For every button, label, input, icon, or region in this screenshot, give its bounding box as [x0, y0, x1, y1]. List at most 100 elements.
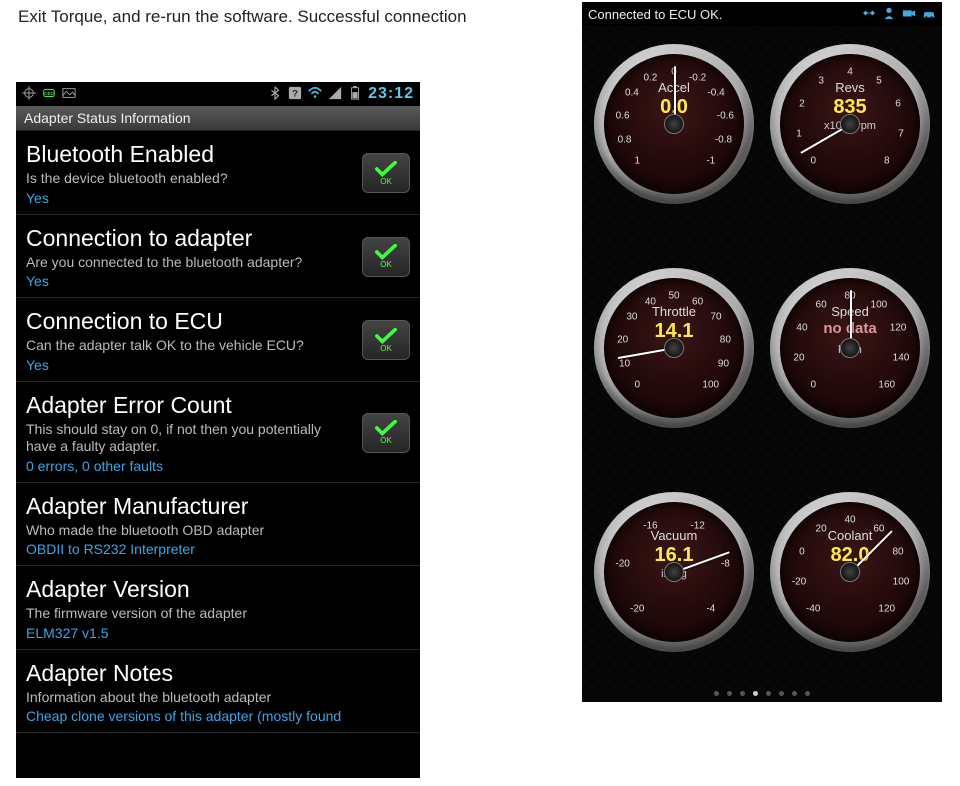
tick-label: 8	[884, 155, 890, 166]
page-dot[interactable]	[766, 691, 771, 696]
left-phone: OBD ? 23:12 Adapter Status Information B…	[16, 82, 420, 778]
status-sub: Who made the bluetooth OBD adapter	[26, 522, 410, 540]
tick-label: 0	[810, 155, 816, 166]
status-item[interactable]: Adapter Manufacturer Who made the bluetoo…	[16, 483, 420, 567]
tick-label: -1	[706, 155, 715, 166]
hub	[840, 338, 860, 358]
tick-label: 40	[844, 515, 855, 526]
gauge-label: Throttle	[594, 304, 754, 319]
battery-icon	[348, 86, 362, 103]
status-sub: Are you connected to the bluetooth adapt…	[26, 254, 354, 272]
page-dot[interactable]	[792, 691, 797, 696]
status-list: Bluetooth Enabled Is the device bluetooth…	[16, 131, 420, 733]
crosshair-icon	[22, 86, 36, 103]
gauge-speed[interactable]: 020406080100120140160Speedno datakm/h	[770, 268, 930, 428]
picture-icon	[62, 86, 76, 103]
page-dot[interactable]	[714, 691, 719, 696]
svg-text:?: ?	[292, 88, 298, 99]
status-value: Yes	[26, 190, 354, 206]
status-item[interactable]: Adapter Error CountThis should stay on 0…	[16, 382, 420, 483]
subheader: Adapter Status Information	[16, 106, 420, 131]
status-sub: This should stay on 0, if not then you p…	[26, 421, 354, 456]
tick-label: 90	[718, 359, 729, 370]
status-title: Adapter Notes	[26, 660, 410, 687]
page-dot[interactable]	[753, 691, 758, 696]
status-item[interactable]: Adapter Version The firmware version of t…	[16, 566, 420, 650]
ok-check-button[interactable]: OK	[362, 237, 410, 277]
tick-label: -0.8	[715, 135, 732, 146]
status-title: Adapter Manufacturer	[26, 493, 410, 520]
status-item[interactable]: Connection to adapter Are you connected t…	[16, 215, 420, 299]
gauge-grid[interactable]: 10.80.60.40.20-0.2-0.4-0.6-0.8-1Accel0.0…	[582, 26, 942, 702]
ok-check-button[interactable]: OK	[362, 320, 410, 360]
status-item[interactable]: Adapter Notes Information about the bluet…	[16, 650, 420, 734]
connection-text: Connected to ECU OK.	[588, 7, 722, 22]
status-item[interactable]: Bluetooth Enabled Is the device bluetooth…	[16, 131, 420, 215]
status-value: Yes	[26, 357, 354, 373]
gauge-label: Vacuum	[594, 528, 754, 543]
gauge-revs[interactable]: 012345678Revs835x1000 rpm	[770, 44, 930, 204]
gauge-label: Revs	[770, 80, 930, 95]
tick-label: 10	[619, 359, 630, 370]
page-indicator	[582, 691, 942, 696]
status-bar: OBD ? 23:12	[16, 82, 420, 106]
status-value: Yes	[26, 273, 354, 289]
status-value: OBDII to RS232 Interpreter	[26, 541, 410, 557]
status-value: Cheap clone versions of this adapter (mo…	[26, 708, 410, 724]
status-value: 0 errors, 0 other faults	[26, 458, 354, 474]
tick-label: 4	[847, 67, 853, 78]
status-sub: The firmware version of the adapter	[26, 605, 410, 623]
status-title: Connection to ECU	[26, 308, 354, 335]
tick-label: 0	[810, 379, 816, 390]
gauge-accel[interactable]: 10.80.60.40.20-0.2-0.4-0.6-0.8-1Accel0.0	[594, 44, 754, 204]
page-dot[interactable]	[727, 691, 732, 696]
clock-text: 23:12	[368, 85, 414, 103]
hub	[840, 562, 860, 582]
status-item[interactable]: Connection to ECU Can the adapter talk OK…	[16, 298, 420, 382]
satellite-icon	[862, 6, 876, 23]
instruction-text: Exit Torque, and re-run the software. Su…	[18, 4, 467, 30]
obd-icon: OBD	[42, 86, 56, 103]
tick-label: 50	[668, 291, 679, 302]
person-icon	[882, 6, 896, 23]
hub	[664, 114, 684, 134]
status-sub: Information about the bluetooth adapter	[26, 689, 410, 707]
tick-label: -40	[806, 603, 820, 614]
bluetooth-icon	[268, 86, 282, 103]
ok-check-button[interactable]: OK	[362, 413, 410, 453]
help-icon: ?	[288, 86, 302, 103]
camera-icon	[902, 6, 916, 23]
tick-label: 0	[634, 379, 640, 390]
page-dot[interactable]	[779, 691, 784, 696]
page-dot[interactable]	[805, 691, 810, 696]
tick-label: -4	[706, 603, 715, 614]
status-sub: Is the device bluetooth enabled?	[26, 170, 354, 188]
gauge-coolant[interactable]: -40-20020406080100120Coolant82.0°C	[770, 492, 930, 652]
tick-label: 160	[878, 379, 895, 390]
status-sub: Can the adapter talk OK to the vehicle E…	[26, 337, 354, 355]
tick-label: 0.8	[618, 135, 632, 146]
right-phone: Connected to ECU OK. 10.80.60.40.20-0.2-…	[582, 2, 942, 702]
status-value: ELM327 v1.5	[26, 625, 410, 641]
svg-text:OBD: OBD	[44, 90, 53, 95]
hub	[664, 562, 684, 582]
tick-label: 100	[702, 379, 719, 390]
gauge-throttle[interactable]: 0102030405060708090100Throttle14.1%	[594, 268, 754, 428]
page-dot[interactable]	[740, 691, 745, 696]
status-title: Bluetooth Enabled	[26, 141, 354, 168]
hub	[664, 338, 684, 358]
status-title: Adapter Version	[26, 576, 410, 603]
wifi-icon	[308, 86, 322, 103]
signal-icon	[328, 86, 342, 103]
gauge-vacuum[interactable]: -20-20-16-12-8-4Vacuum16.1in/Hg	[594, 492, 754, 652]
tick-label: 1	[634, 155, 640, 166]
status-title: Adapter Error Count	[26, 392, 354, 419]
status-bar-right: Connected to ECU OK.	[582, 2, 942, 26]
ok-check-button[interactable]: OK	[362, 153, 410, 193]
tick-label: 120	[878, 603, 895, 614]
car-icon	[922, 6, 936, 23]
tick-label: -20	[630, 603, 644, 614]
gauge-label: Coolant	[770, 528, 930, 543]
status-title: Connection to adapter	[26, 225, 354, 252]
hub	[840, 114, 860, 134]
